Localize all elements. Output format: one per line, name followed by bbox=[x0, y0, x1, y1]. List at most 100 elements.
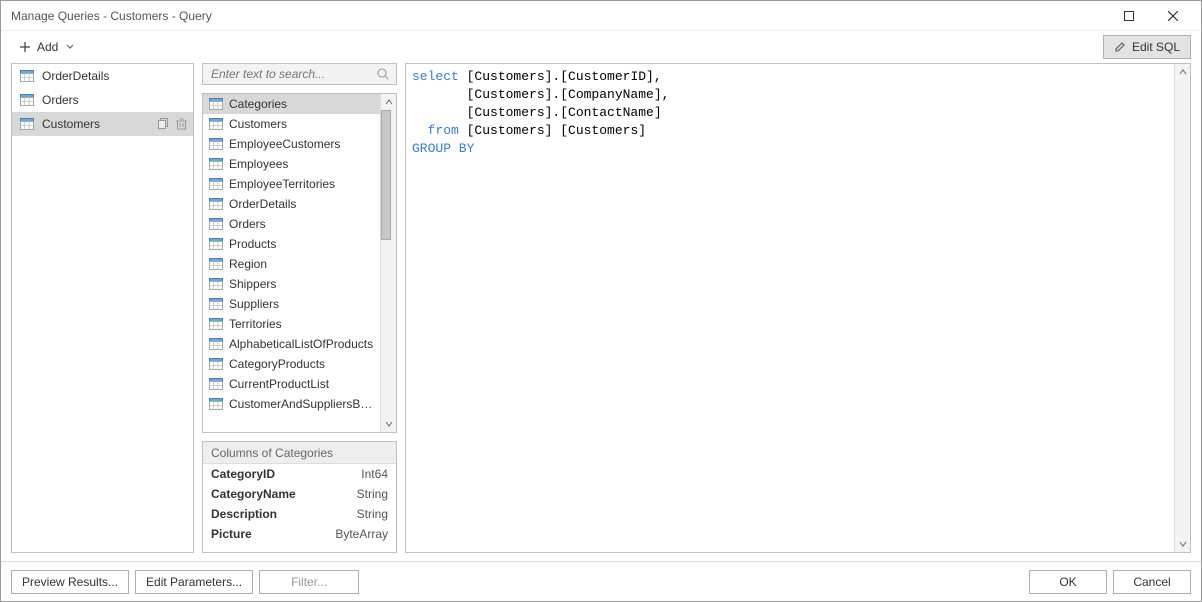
table-icon bbox=[209, 138, 223, 150]
table-row-label: Categories bbox=[229, 97, 287, 111]
column-row[interactable]: CategoryName String bbox=[203, 484, 396, 504]
column-name: Picture bbox=[211, 527, 252, 541]
preview-results-button[interactable]: Preview Results... bbox=[11, 570, 129, 594]
titlebar: Manage Queries - Customers - Query bbox=[1, 1, 1201, 31]
scroll-down-icon[interactable] bbox=[1175, 536, 1190, 552]
table-row[interactable]: Categories bbox=[203, 94, 380, 114]
table-row-label: CurrentProductList bbox=[229, 377, 329, 391]
search-box[interactable] bbox=[202, 63, 397, 85]
table-icon bbox=[209, 278, 223, 290]
search-icon bbox=[376, 67, 390, 81]
sidebar-item[interactable]: Orders bbox=[12, 88, 193, 112]
copy-icon[interactable] bbox=[158, 118, 170, 130]
column-type: String bbox=[357, 487, 388, 501]
sidebar-item[interactable]: OrderDetails bbox=[12, 64, 193, 88]
column-row[interactable]: Picture ByteArray bbox=[203, 524, 396, 544]
table-icon bbox=[209, 98, 223, 110]
table-row-label: Orders bbox=[229, 217, 266, 231]
sidebar-item[interactable]: Customers bbox=[12, 112, 193, 136]
sql-editor-panel: select [Customers].[CustomerID], [Custom… bbox=[405, 63, 1191, 553]
table-icon bbox=[209, 398, 223, 410]
scroll-up-icon[interactable] bbox=[1175, 64, 1190, 80]
scroll-down-icon[interactable] bbox=[381, 416, 396, 432]
table-row[interactable]: CategoryProducts bbox=[203, 354, 380, 374]
table-row[interactable]: Customers bbox=[203, 114, 380, 134]
edit-sql-button[interactable]: Edit SQL bbox=[1103, 35, 1191, 59]
column-type: Int64 bbox=[361, 467, 388, 481]
sidebar-item-label: Customers bbox=[42, 117, 150, 131]
footer: Preview Results... Edit Parameters... Fi… bbox=[1, 561, 1201, 601]
search-input[interactable] bbox=[203, 64, 396, 84]
table-row[interactable]: CustomerAndSuppliersByCity bbox=[203, 394, 380, 414]
table-row-label: Region bbox=[229, 257, 267, 271]
table-icon bbox=[20, 70, 34, 82]
table-row[interactable]: Products bbox=[203, 234, 380, 254]
table-row-label: Territories bbox=[229, 317, 282, 331]
tables-panel: Categories Customers EmployeeCustomers Empl… bbox=[202, 93, 397, 433]
tables-scrollbar[interactable] bbox=[380, 94, 396, 432]
tables-column: Categories Customers EmployeeCustomers Empl… bbox=[202, 63, 397, 553]
table-row-label: Products bbox=[229, 237, 276, 251]
table-icon bbox=[209, 378, 223, 390]
sidebar-item-label: Orders bbox=[42, 93, 187, 107]
table-row[interactable]: AlphabeticalListOfProducts bbox=[203, 334, 380, 354]
table-icon bbox=[209, 258, 223, 270]
table-icon bbox=[209, 198, 223, 210]
table-row[interactable]: Orders bbox=[203, 214, 380, 234]
table-icon bbox=[20, 118, 34, 130]
table-row[interactable]: Region bbox=[203, 254, 380, 274]
chevron-down-icon bbox=[66, 44, 74, 50]
table-icon bbox=[209, 118, 223, 130]
table-icon bbox=[209, 358, 223, 370]
table-row-label: CustomerAndSuppliersByCity bbox=[229, 397, 374, 411]
table-row-label: Customers bbox=[229, 117, 287, 131]
ok-button[interactable]: OK bbox=[1029, 570, 1107, 594]
column-name: CategoryName bbox=[211, 487, 296, 501]
window-title: Manage Queries - Customers - Query bbox=[11, 9, 1107, 23]
table-row-label: Shippers bbox=[229, 277, 276, 291]
sidebar-item-label: OrderDetails bbox=[42, 69, 187, 83]
edit-sql-label: Edit SQL bbox=[1132, 40, 1180, 54]
table-row[interactable]: Shippers bbox=[203, 274, 380, 294]
toolbar: Add Edit SQL bbox=[1, 31, 1201, 63]
table-row-label: EmployeeCustomers bbox=[229, 137, 340, 151]
table-row-label: EmployeeTerritories bbox=[229, 177, 335, 191]
columns-panel: Columns of Categories CategoryIDInt64Cat… bbox=[202, 441, 397, 553]
table-icon bbox=[209, 218, 223, 230]
edit-parameters-button[interactable]: Edit Parameters... bbox=[135, 570, 253, 594]
table-row-label: CategoryProducts bbox=[229, 357, 325, 371]
table-row-label: Employees bbox=[229, 157, 288, 171]
table-row[interactable]: CurrentProductList bbox=[203, 374, 380, 394]
tables-list[interactable]: Categories Customers EmployeeCustomers Empl… bbox=[203, 94, 380, 432]
main-area: OrderDetails Orders Customers Categories Cu… bbox=[1, 63, 1201, 561]
cancel-button[interactable]: Cancel bbox=[1113, 570, 1191, 594]
plus-icon bbox=[19, 41, 31, 53]
table-row[interactable]: Territories bbox=[203, 314, 380, 334]
column-name: CategoryID bbox=[211, 467, 275, 481]
scroll-up-icon[interactable] bbox=[381, 94, 396, 110]
columns-header: Columns of Categories bbox=[203, 442, 396, 464]
trash-icon[interactable] bbox=[176, 118, 187, 130]
filter-button[interactable]: Filter... bbox=[259, 570, 359, 594]
table-icon bbox=[209, 238, 223, 250]
maximize-button[interactable] bbox=[1107, 2, 1151, 30]
column-row[interactable]: CategoryID Int64 bbox=[203, 464, 396, 484]
column-row[interactable]: DescriptionString bbox=[203, 504, 396, 524]
add-button[interactable]: Add bbox=[11, 35, 82, 59]
table-icon bbox=[209, 298, 223, 310]
table-row[interactable]: EmployeeTerritories bbox=[203, 174, 380, 194]
add-label: Add bbox=[37, 40, 58, 54]
table-row[interactable]: Employees bbox=[203, 154, 380, 174]
close-button[interactable] bbox=[1151, 2, 1195, 30]
column-type: ByteArray bbox=[335, 527, 388, 541]
pencil-icon bbox=[1114, 41, 1126, 53]
editor-scrollbar[interactable] bbox=[1174, 64, 1190, 552]
column-type: String bbox=[357, 507, 388, 521]
sql-editor[interactable]: select [Customers].[CustomerID], [Custom… bbox=[406, 64, 1174, 552]
table-row[interactable]: EmployeeCustomers bbox=[203, 134, 380, 154]
table-row[interactable]: Suppliers bbox=[203, 294, 380, 314]
table-row-label: OrderDetails bbox=[229, 197, 296, 211]
table-icon bbox=[209, 318, 223, 330]
table-row[interactable]: OrderDetails bbox=[203, 194, 380, 214]
table-row-label: AlphabeticalListOfProducts bbox=[229, 337, 373, 351]
